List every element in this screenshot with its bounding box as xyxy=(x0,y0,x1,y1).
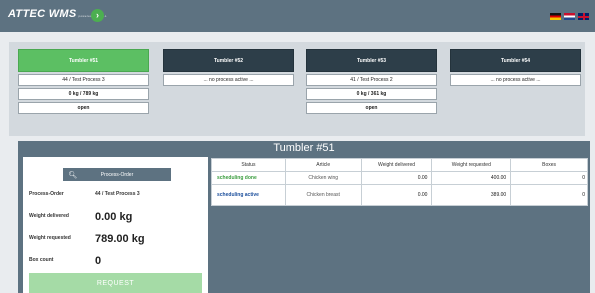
table-row[interactable]: scheduling active Chicken breast 0.00 38… xyxy=(211,184,588,206)
detail-title: Tumbler #51 xyxy=(273,142,335,154)
status-cell: scheduling done xyxy=(211,171,286,185)
column-header-weight-requested[interactable]: Weight requested xyxy=(431,158,512,172)
article-cell: Chicken wing xyxy=(284,171,362,185)
boxes-cell: 0 xyxy=(510,171,588,185)
tumbler-order: ... no process active ... xyxy=(450,74,581,86)
tumbler-card-52[interactable]: Tumbler #52 ... no process active ... xyxy=(163,49,294,86)
column-header-weight-delivered[interactable]: Weight delivered xyxy=(360,158,433,172)
tumbler-title[interactable]: Tumbler #54 xyxy=(450,49,581,72)
tumbler-weight: 0 kg / 361 kg xyxy=(306,88,437,100)
language-switcher xyxy=(550,13,589,20)
tumbler-order: 41 / Test Process 2 xyxy=(306,74,437,86)
flag-gb-icon[interactable] xyxy=(578,13,589,20)
tumbler-card-53[interactable]: Tumbler #53 41 / Test Process 2 0 kg / 3… xyxy=(306,49,437,114)
request-button[interactable]: REQUEST xyxy=(29,273,202,293)
scheduling-table: Status Article Weight delivered Weight r… xyxy=(211,158,588,206)
weight-requested-cell: 389.00 xyxy=(431,184,512,206)
tumbler-state: open xyxy=(18,102,149,114)
column-header-status[interactable]: Status xyxy=(211,158,286,172)
weight-requested-label: Weight requested xyxy=(29,235,71,241)
box-count-value: 0 xyxy=(95,255,102,267)
box-count-label: Box count xyxy=(29,257,54,263)
weight-delivered-cell: 0.00 xyxy=(360,184,433,206)
tumbler-overview: Tumbler #51 44 / Test Process 3 0 kg / 7… xyxy=(9,42,585,136)
flag-nl-icon[interactable] xyxy=(564,13,575,20)
process-info-panel: 🔍︎ Process-Order Process-Order 44 / Test… xyxy=(23,157,208,293)
table-header-row: Status Article Weight delivered Weight r… xyxy=(211,158,588,172)
tumbler-order: ... no process active ... xyxy=(163,74,294,86)
status-cell: scheduling active xyxy=(211,184,286,206)
search-button-label: Process-Order xyxy=(100,171,134,178)
tumbler-detail-panel: Tumbler #51 🔍︎ Process-Order Process-Ord… xyxy=(18,141,590,293)
process-order-search-button[interactable]: 🔍︎ Process-Order xyxy=(63,168,171,181)
article-cell: Chicken breast xyxy=(284,184,362,206)
chevron-right-icon[interactable]: › xyxy=(91,9,104,22)
logo-text: ATTEC WMS xyxy=(8,8,77,20)
weight-delivered-value: 0.00 kg xyxy=(95,211,133,223)
flag-de-icon[interactable] xyxy=(550,13,561,20)
tumbler-title[interactable]: Tumbler #52 xyxy=(163,49,294,72)
column-header-boxes[interactable]: Boxes xyxy=(510,158,588,172)
search-icon: 🔍︎ xyxy=(68,171,78,179)
tumbler-weight: 0 kg / 789 kg xyxy=(18,88,149,100)
top-bar: ATTEC WMSpowered by BULL › xyxy=(0,0,595,32)
weight-requested-cell: 400.00 xyxy=(431,171,512,185)
weight-requested-value: 789.00 kg xyxy=(95,233,145,245)
process-order-value: 44 / Test Process 3 xyxy=(95,191,140,197)
column-header-article[interactable]: Article xyxy=(284,158,362,172)
process-order-label: Process-Order xyxy=(29,191,64,197)
boxes-cell: 0 xyxy=(510,184,588,206)
tumbler-card-54[interactable]: Tumbler #54 ... no process active ... xyxy=(450,49,581,86)
tumbler-card-51[interactable]: Tumbler #51 44 / Test Process 3 0 kg / 7… xyxy=(18,49,149,114)
table-row[interactable]: scheduling done Chicken wing 0.00 400.00… xyxy=(211,171,588,185)
weight-delivered-label: Weight delivered xyxy=(29,213,69,219)
tumbler-state: open xyxy=(306,102,437,114)
tumbler-order: 44 / Test Process 3 xyxy=(18,74,149,86)
weight-delivered-cell: 0.00 xyxy=(360,171,433,185)
tumbler-title[interactable]: Tumbler #53 xyxy=(306,49,437,72)
tumbler-title[interactable]: Tumbler #51 xyxy=(18,49,149,72)
